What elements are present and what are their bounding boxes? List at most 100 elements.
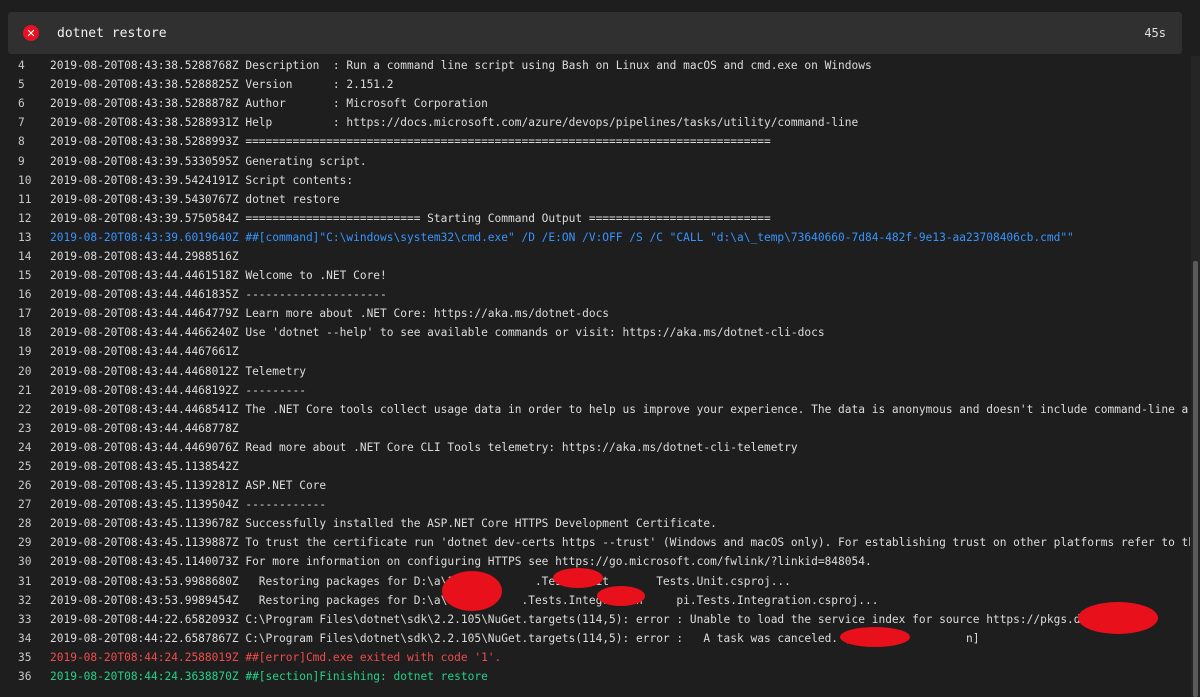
log-line: 10 2019-08-20T08:43:39.5424191Z Script co… [0, 171, 1190, 190]
line-number: 22 [18, 402, 32, 416]
log-line: 34 2019-08-20T08:44:22.6587867Z C:\Progra… [0, 629, 1190, 648]
task-header[interactable]: ✕ dotnet restore 45s [8, 12, 1182, 54]
line-number: 18 [18, 326, 32, 340]
log-line: 6 2019-08-20T08:43:38.5288878Z Author : M… [0, 94, 1190, 113]
line-text: 2019-08-20T08:43:38.5288878Z Author : Mi… [50, 97, 488, 111]
log-line: 27 2019-08-20T08:43:45.1139504Z ---------… [0, 495, 1190, 514]
log-line: 7 2019-08-20T08:43:38.5288931Z Help : htt… [0, 113, 1190, 132]
log-line: 9 2019-08-20T08:43:39.5330595Z Generating… [0, 151, 1190, 170]
log-line: 23 2019-08-20T08:43:44.4468778Z [0, 419, 1190, 438]
line-number: 12 [18, 211, 32, 225]
line-number: 34 [18, 631, 32, 645]
line-number: 5 [18, 78, 25, 92]
line-number: 36 [18, 670, 32, 684]
error-x-icon: ✕ [23, 25, 39, 41]
line-number: 7 [18, 116, 25, 130]
line-text: 2019-08-20T08:43:39.5430767Z dotnet rest… [50, 192, 340, 206]
log-line: 25 2019-08-20T08:43:45.1138542Z [0, 457, 1190, 476]
line-text: 2019-08-20T08:43:44.4468541Z The .NET Co… [50, 402, 1190, 416]
redaction-mark [840, 627, 910, 647]
redaction-mark [553, 568, 603, 588]
line-number: 28 [18, 517, 32, 531]
line-text: 2019-08-20T08:43:44.4461835Z -----------… [50, 288, 387, 302]
line-text: 2019-08-20T08:43:39.6019640Z ##[command]… [50, 230, 1074, 244]
line-number: 11 [18, 192, 32, 206]
line-text: 2019-08-20T08:43:38.5288931Z Help : http… [50, 116, 859, 130]
log-line: 16 2019-08-20T08:43:44.4461835Z ---------… [0, 285, 1190, 304]
line-number: 9 [18, 154, 25, 168]
line-number: 31 [18, 574, 32, 588]
log-line: 14 2019-08-20T08:43:44.2988516Z [0, 247, 1190, 266]
log-line: 28 2019-08-20T08:43:45.1139678Z Successfu… [0, 514, 1190, 533]
line-text: 2019-08-20T08:43:39.5330595Z Generating … [50, 154, 367, 168]
line-text: 2019-08-20T08:43:45.1138542Z [50, 460, 239, 474]
line-number: 17 [18, 307, 32, 321]
log-line: 24 2019-08-20T08:43:44.4469076Z Read more… [0, 438, 1190, 457]
line-number: 20 [18, 364, 32, 378]
log-line: 8 2019-08-20T08:43:38.5288993Z ==========… [0, 132, 1190, 151]
log-line: 26 2019-08-20T08:43:45.1139281Z ASP.NET C… [0, 476, 1190, 495]
line-number: 26 [18, 479, 32, 493]
line-number: 25 [18, 460, 32, 474]
line-number: 19 [18, 345, 32, 359]
line-number: 32 [18, 593, 32, 607]
line-text: 2019-08-20T08:43:45.1139281Z ASP.NET Cor… [50, 479, 327, 493]
log-line: 11 2019-08-20T08:43:39.5430767Z dotnet re… [0, 190, 1190, 209]
log-line: 32 2019-08-20T08:43:53.9989454Z Restoring… [0, 591, 1190, 610]
log-line: 13 2019-08-20T08:43:39.6019640Z ##[comman… [0, 228, 1190, 247]
line-number: 29 [18, 536, 32, 550]
line-number: 16 [18, 288, 32, 302]
log-line: 20 2019-08-20T08:43:44.4468012Z Telemetry [0, 362, 1190, 381]
log-line: 21 2019-08-20T08:43:44.4468192Z --------- [0, 381, 1190, 400]
log-line: 15 2019-08-20T08:43:44.4461518Z Welcome t… [0, 266, 1190, 285]
line-text: 2019-08-20T08:43:45.1139678Z Successfull… [50, 517, 717, 531]
line-number: 33 [18, 612, 32, 626]
line-number: 30 [18, 555, 32, 569]
line-number: 15 [18, 269, 32, 283]
line-text: 2019-08-20T08:43:45.1140073Z For more in… [50, 555, 872, 569]
log-line: 12 2019-08-20T08:43:39.5750584Z =========… [0, 209, 1190, 228]
log-line: 22 2019-08-20T08:43:44.4468541Z The .NET … [0, 400, 1190, 419]
line-text: 2019-08-20T08:44:24.3638870Z ##[section]… [50, 670, 488, 684]
scrollbar-thumb[interactable] [1193, 261, 1198, 697]
line-number: 13 [18, 230, 32, 244]
line-text: 2019-08-20T08:43:44.2988516Z [50, 249, 239, 263]
line-text: 2019-08-20T08:43:44.4468012Z Telemetry [50, 364, 306, 378]
line-number: 4 [18, 59, 25, 73]
log-line: 30 2019-08-20T08:43:45.1140073Z For more … [0, 552, 1190, 571]
line-text: 2019-08-20T08:43:38.5288825Z Version : 2… [50, 78, 394, 92]
redaction-mark [597, 586, 645, 606]
line-text: 2019-08-20T08:43:45.1139504Z -----------… [50, 498, 327, 512]
line-text: 2019-08-20T08:43:53.9988680Z Restoring p… [50, 574, 791, 588]
task-title: dotnet restore [57, 25, 167, 41]
line-text: 2019-08-20T08:43:38.5288768Z Description… [50, 59, 872, 73]
task-duration: 45s [1144, 26, 1166, 40]
redaction-mark [1078, 602, 1158, 634]
line-number: 10 [18, 173, 32, 187]
line-text: 2019-08-20T08:43:44.4464779Z Learn more … [50, 307, 610, 321]
log-line: 17 2019-08-20T08:43:44.4464779Z Learn mor… [0, 304, 1190, 323]
line-text: 2019-08-20T08:43:38.5288993Z ===========… [50, 135, 771, 149]
log-scrollbar[interactable] [1191, 56, 1200, 697]
log-line: 5 2019-08-20T08:43:38.5288825Z Version : … [0, 75, 1190, 94]
line-text: 2019-08-20T08:44:24.2588019Z ##[error]Cm… [50, 650, 502, 664]
log-line: 33 2019-08-20T08:44:22.6582093Z C:\Progra… [0, 610, 1190, 629]
line-number: 27 [18, 498, 32, 512]
line-text: 2019-08-20T08:43:44.4461518Z Welcome to … [50, 269, 387, 283]
log-line: 36 2019-08-20T08:44:24.3638870Z ##[sectio… [0, 667, 1190, 686]
line-text: 2019-08-20T08:43:44.4468778Z [50, 421, 239, 435]
log-line: 18 2019-08-20T08:43:44.4466240Z Use 'dotn… [0, 323, 1190, 342]
line-number: 6 [18, 97, 25, 111]
line-number: 21 [18, 383, 32, 397]
log-line: 4 2019-08-20T08:43:38.5288768Z Descriptio… [0, 56, 1190, 75]
line-text: 2019-08-20T08:43:44.4468192Z --------- [50, 383, 306, 397]
line-text: 2019-08-20T08:43:44.4469076Z Read more a… [50, 440, 798, 454]
redaction-mark [442, 571, 502, 611]
line-number: 8 [18, 135, 25, 149]
line-text: 2019-08-20T08:43:45.1139887Z To trust th… [50, 536, 1190, 550]
log-line: 29 2019-08-20T08:43:45.1139887Z To trust … [0, 533, 1190, 552]
line-number: 23 [18, 421, 32, 435]
line-number: 35 [18, 650, 32, 664]
log-output[interactable]: 4 2019-08-20T08:43:38.5288768Z Descriptio… [0, 56, 1190, 697]
line-text: 2019-08-20T08:43:39.5750584Z ===========… [50, 211, 771, 225]
